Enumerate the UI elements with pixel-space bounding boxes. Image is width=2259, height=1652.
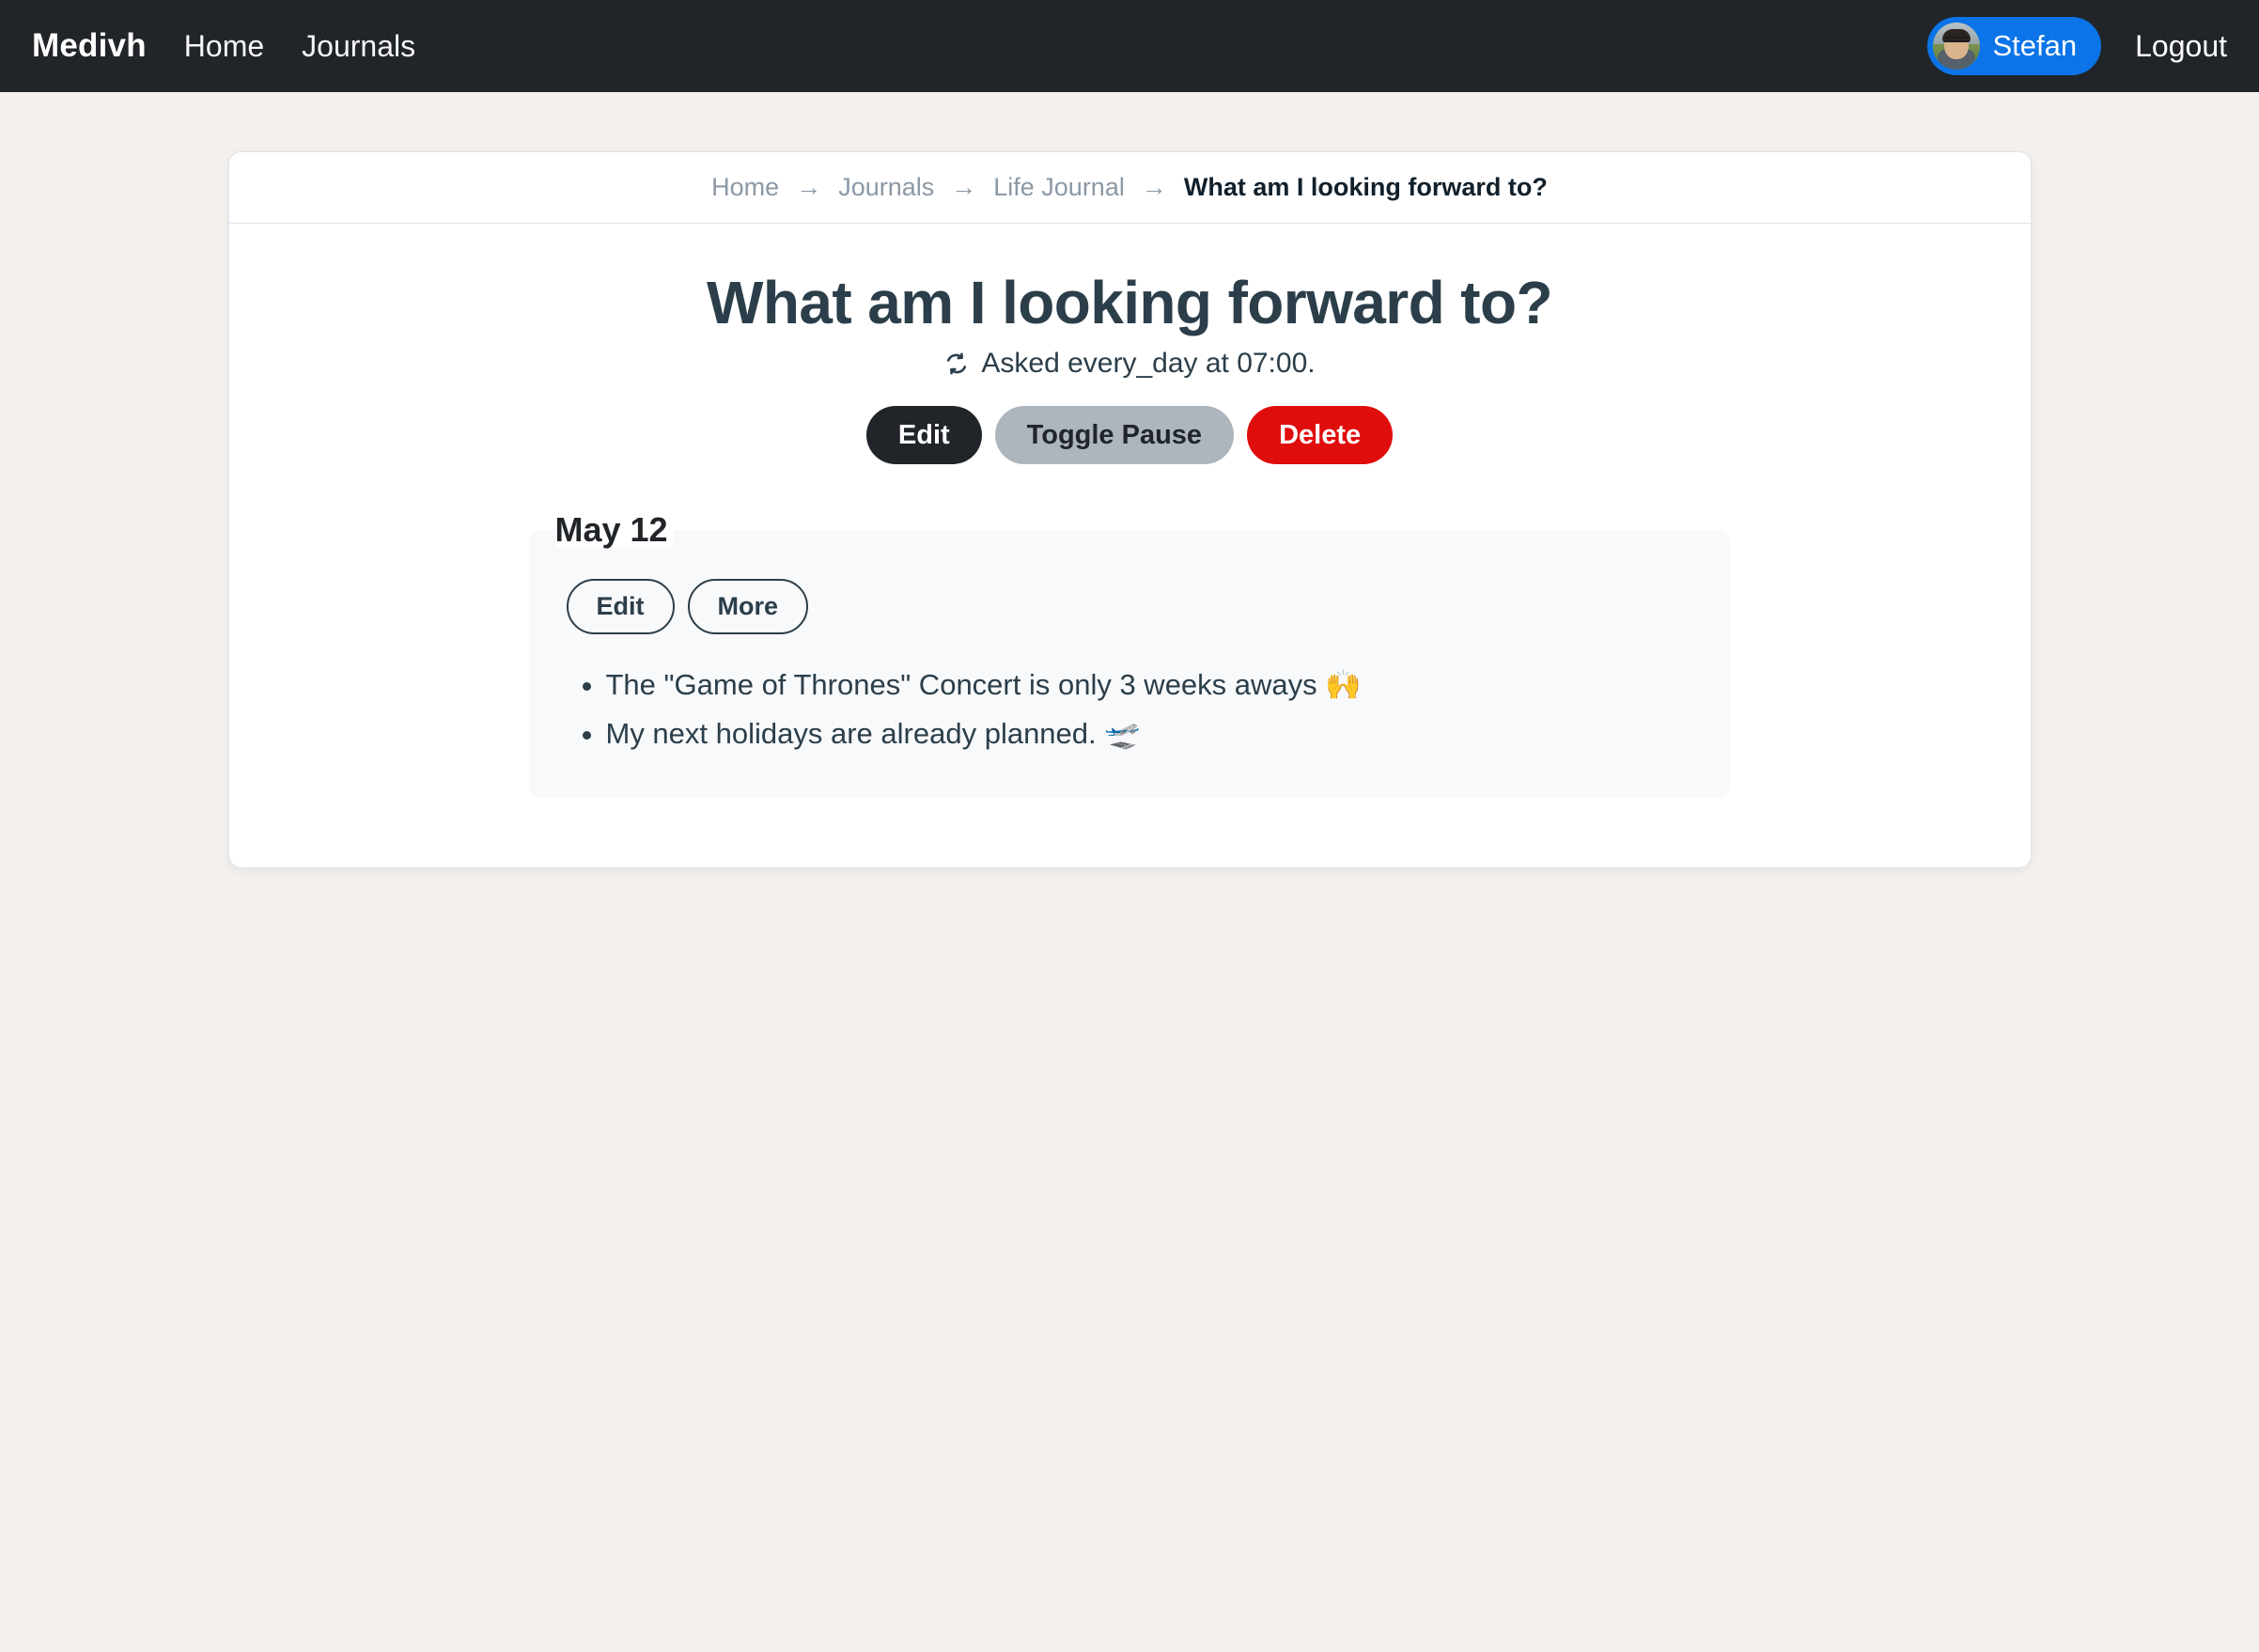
logout-link[interactable]: Logout — [2135, 29, 2227, 64]
breadcrumb-separator-icon: → — [951, 173, 977, 201]
entry-date-label: May 12 — [554, 513, 674, 548]
card-header: Home → Journals → Life Journal → What am… — [228, 152, 2031, 224]
breadcrumb-separator-icon: → — [796, 173, 822, 201]
entry-edit-button[interactable]: Edit — [566, 579, 675, 634]
toggle-pause-button[interactable]: Toggle Pause — [994, 405, 1235, 465]
avatar — [1932, 23, 1980, 70]
question-action-row: Edit Toggle Pause Delete — [229, 405, 2031, 465]
breadcrumb-item-life-journal[interactable]: Life Journal — [993, 173, 1125, 202]
question-detail-card: Home → Journals → Life Journal → What am… — [227, 151, 2032, 868]
top-navbar: Medivh Home Journals Stefan Logout — [0, 0, 2259, 92]
list-item: The "Game of Thrones" Concert is only 3 … — [606, 662, 1693, 708]
page-title: What am I looking forward to? — [707, 269, 1553, 336]
navbar-left-group: Medivh Home Journals — [32, 27, 415, 65]
cycle-arrows-icon — [943, 351, 970, 377]
user-name-label: Stefan — [1992, 29, 2078, 62]
edit-question-button[interactable]: Edit — [865, 405, 982, 465]
entry-answer-list: The "Game of Thrones" Concert is only 3 … — [567, 662, 1693, 756]
brand-logo[interactable]: Medivh — [32, 27, 147, 65]
breadcrumb-item-home[interactable]: Home — [711, 173, 779, 202]
schedule-info: Asked every_day at 07:00. — [229, 348, 2031, 380]
card-body: What am I looking forward to? Asked ever… — [229, 224, 2031, 867]
nav-link-journals[interactable]: Journals — [302, 29, 415, 64]
delete-question-button[interactable]: Delete — [1247, 405, 1394, 465]
nav-link-home[interactable]: Home — [184, 29, 264, 64]
breadcrumb-separator-icon: → — [1141, 173, 1167, 201]
breadcrumb-item-journals[interactable]: Journals — [838, 173, 934, 202]
entry-action-row: Edit More — [566, 579, 1693, 634]
breadcrumb-item-current: What am I looking forward to? — [1183, 173, 1548, 201]
page-content-wrapper: Home → Journals → Life Journal → What am… — [0, 92, 2259, 868]
entry-more-button[interactable]: More — [687, 579, 809, 634]
entry-group: May 12 Edit More The "Game of Thrones" C… — [528, 513, 1731, 798]
schedule-text: Asked every_day at 07:00. — [981, 347, 1316, 379]
breadcrumb: Home → Journals → Life Journal → What am… — [711, 173, 1548, 202]
entry-card: Edit More The "Game of Thrones" Concert … — [528, 530, 1731, 798]
user-menu-pill[interactable]: Stefan — [1926, 17, 2102, 75]
list-item: My next holidays are already planned. 🛫 — [606, 711, 1693, 756]
navbar-right-group: Stefan Logout — [1926, 17, 2227, 75]
